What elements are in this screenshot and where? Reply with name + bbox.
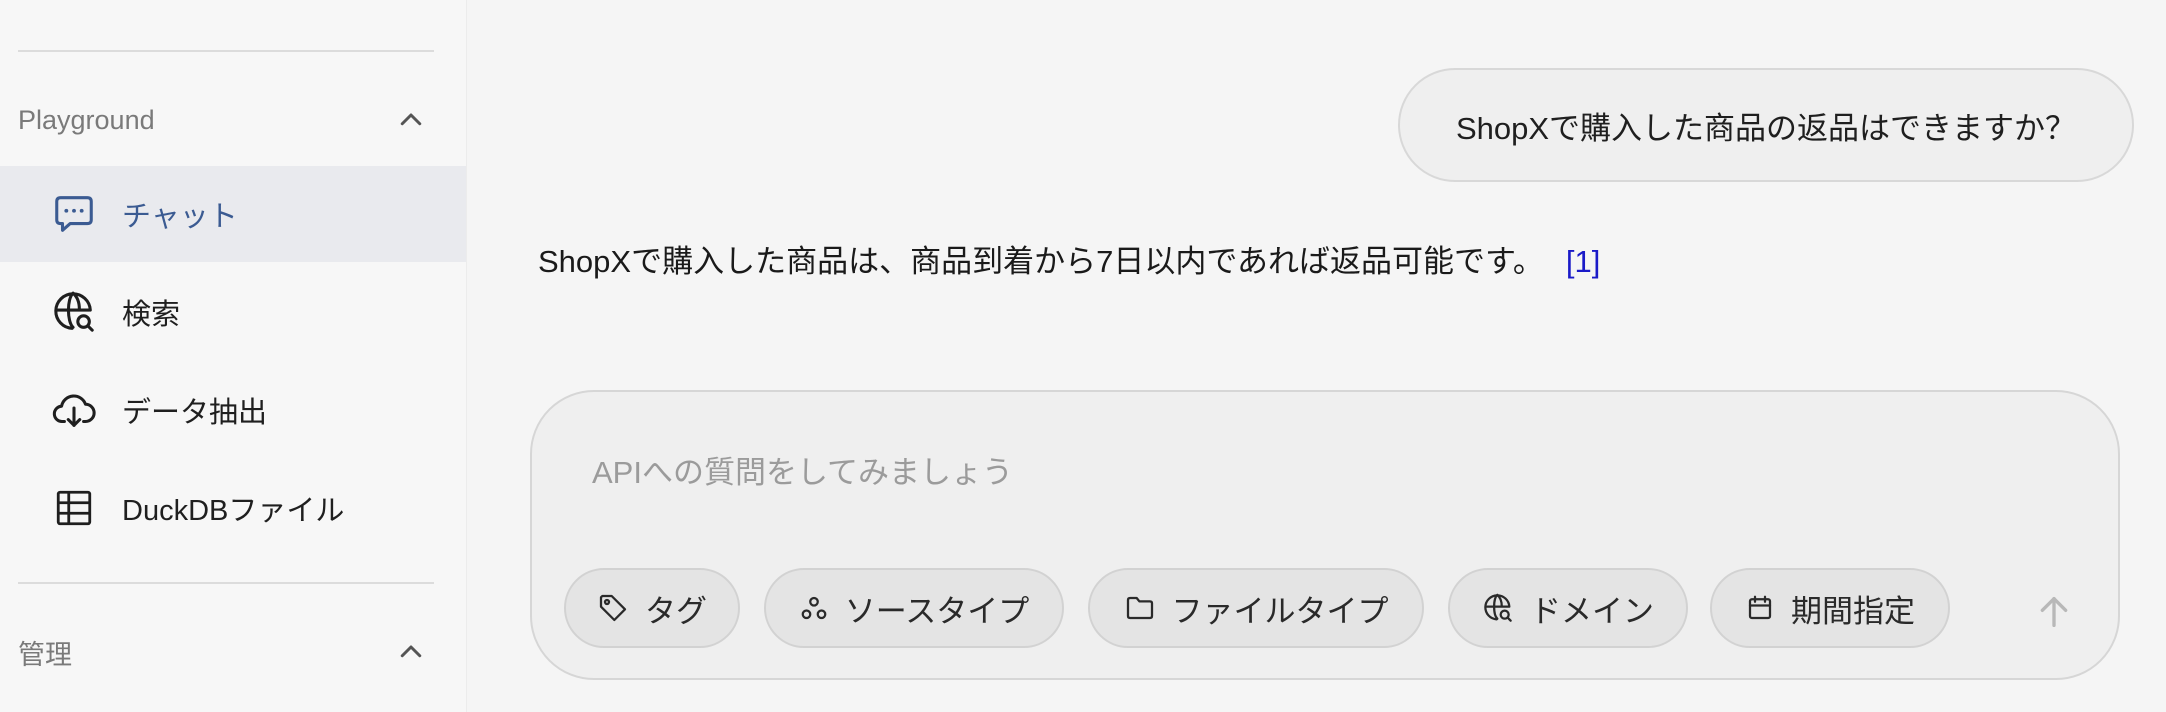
sidebar-item-label: DuckDBファイル [122, 495, 345, 527]
assistant-message-text: ShopXで購入した商品は、商品到着から7日以内であれば返品可能です。 [538, 244, 1544, 279]
filter-label: ドメイン [1530, 593, 1654, 629]
send-button[interactable] [2026, 584, 2082, 640]
globe-search-icon [50, 288, 98, 336]
chat-input[interactable] [592, 448, 1892, 498]
filter-date-range-button[interactable]: 期間指定 [1710, 568, 1950, 648]
user-message-bubble: ShopXで購入した商品の返品はできますか？ [1398, 68, 2134, 182]
sidebar-item-duckdb-files[interactable]: DuckDBファイル [0, 460, 466, 556]
filter-source-type-button[interactable]: ソースタイプ [764, 568, 1064, 648]
folder-icon [1126, 596, 1153, 620]
sidebar-item-search[interactable]: 検索 [0, 264, 466, 360]
globe-search-icon [1484, 593, 1512, 622]
sidebar: Playground チャット 検索 データ抽出 DuckDBファイル 管理 [0, 0, 467, 712]
filter-label: タグ [645, 593, 707, 629]
sidebar-divider [18, 50, 434, 52]
chat-composer: タグ ソースタイプ ファイルタイプ ドメイン [530, 390, 2120, 680]
section-header-admin[interactable]: 管理 [18, 622, 434, 682]
sidebar-item-chat[interactable]: チャット [0, 166, 466, 262]
filter-file-type-button[interactable]: ファイルタイプ [1088, 568, 1424, 648]
section-label: 管理 [18, 639, 72, 670]
chevron-up-icon [400, 113, 422, 126]
section-label: Playground [18, 104, 155, 135]
user-message-text: ShopXで購入した商品の返品はできますか？ [1455, 110, 2077, 146]
calendar-icon [1748, 595, 1772, 620]
sidebar-item-label: チャット [122, 201, 238, 233]
citation-link[interactable]: [1] [1566, 244, 1600, 279]
chat-bubble-icon [50, 190, 98, 238]
sidebar-divider [18, 582, 434, 584]
filter-label: 期間指定 [1791, 593, 1915, 629]
filter-domain-button[interactable]: ドメイン [1448, 568, 1688, 648]
section-header-playground[interactable]: Playground [18, 90, 434, 150]
filter-label: ソースタイプ [844, 593, 1030, 629]
filter-label: ファイルタイプ [1171, 593, 1389, 629]
cloud-download-icon [50, 386, 98, 434]
tag-icon [599, 594, 627, 622]
chevron-up-icon [400, 645, 422, 658]
source-type-icon [801, 596, 827, 620]
filter-tag-button[interactable]: タグ [564, 568, 740, 648]
table-icon [50, 484, 98, 532]
sidebar-item-label: 検索 [122, 299, 181, 331]
sidebar-item-data-extraction[interactable]: データ抽出 [0, 362, 466, 458]
arrow-up-icon [2040, 597, 2068, 627]
assistant-message: ShopXで購入した商品は、商品到着から7日以内であれば返品可能です。 [1] [538, 236, 1600, 281]
sidebar-item-label: データ抽出 [122, 397, 268, 429]
